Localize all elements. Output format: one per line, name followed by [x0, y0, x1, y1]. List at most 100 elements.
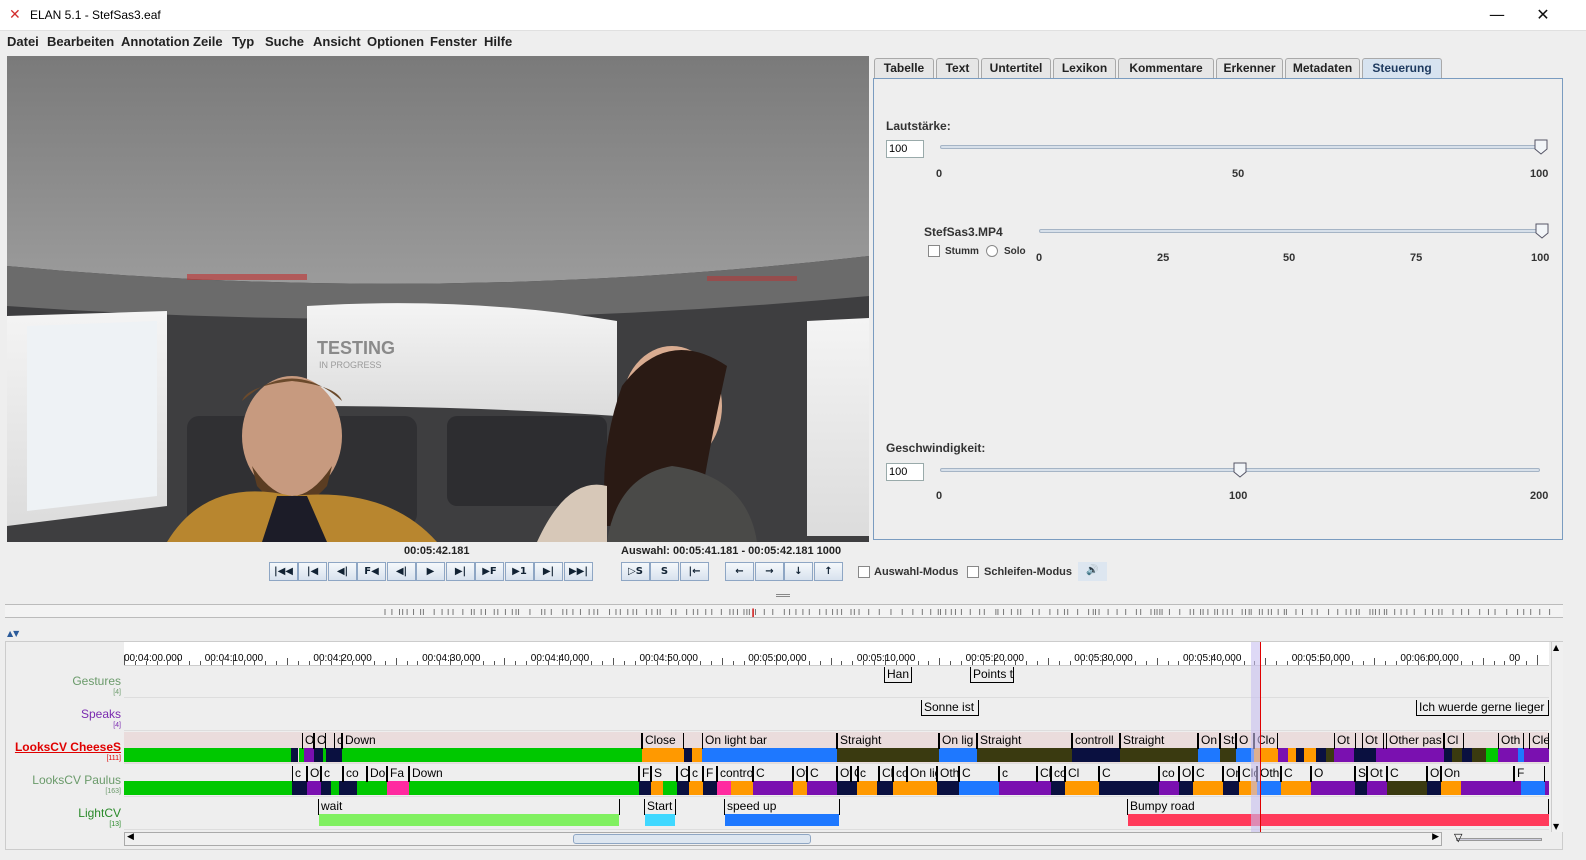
annotation-bar[interactable] — [326, 748, 342, 762]
annotation-bar[interactable] — [677, 781, 689, 795]
overview-timeline[interactable]: I — [5, 604, 1563, 618]
collapse-arrows-icon[interactable]: ▲▼ — [7, 629, 19, 638]
menu-datei[interactable]: Datei — [7, 34, 39, 49]
annotation-bar[interactable] — [1193, 781, 1223, 795]
annotation[interactable]: Han — [884, 667, 912, 683]
annotation[interactable]: S — [651, 766, 677, 782]
speed-input[interactable]: 100 — [886, 463, 924, 481]
annotation-bar[interactable] — [1462, 748, 1472, 762]
annotation-bar[interactable] — [1296, 748, 1304, 762]
menu-bearbeiten[interactable]: Bearbeiten — [47, 34, 114, 49]
annotation[interactable]: Ich wuerde gerne lieger — [1416, 700, 1549, 716]
annotation-bar[interactable] — [1354, 748, 1376, 762]
annotation-bar[interactable] — [1441, 781, 1461, 795]
annotation[interactable]: co — [343, 766, 367, 782]
tier-name[interactable]: LooksCV Paulus — [6, 773, 121, 787]
annotation[interactable]: Down — [342, 733, 642, 749]
annotation[interactable]: F — [1514, 766, 1545, 782]
annotation[interactable]: C — [959, 766, 999, 782]
media-slider-thumb[interactable] — [1535, 223, 1549, 239]
annotation-bar[interactable] — [651, 781, 663, 795]
tab-tabelle[interactable]: Tabelle — [874, 58, 934, 78]
tab-lexikon[interactable]: Lexikon — [1053, 58, 1116, 78]
prev-tier-button[interactable]: ↑ — [814, 562, 843, 581]
annotation[interactable]: On — [1198, 733, 1220, 749]
timeline-viewer[interactable]: 00:04:00.000 00:04:10.000 00:04:20.000 00:0… — [5, 641, 1563, 850]
annotation-bar[interactable] — [1376, 748, 1386, 762]
annotation-bar[interactable] — [321, 781, 331, 795]
annotation-bar[interactable] — [893, 781, 907, 795]
annotation-bar[interactable] — [1355, 781, 1367, 795]
annotation[interactable]: On lig — [907, 766, 937, 782]
annotation[interactable]: Cl — [677, 766, 689, 782]
tier-row[interactable]: cOtccoDoFaDownFSClcFcontrolCOthCOtClocCl… — [124, 765, 1549, 797]
annotation[interactable]: Other — [937, 766, 959, 782]
annotation-bar[interactable] — [331, 781, 339, 795]
annotation[interactable]: F — [703, 766, 717, 782]
annotation-bar[interactable] — [1281, 781, 1311, 795]
annotation-bar[interactable] — [937, 781, 959, 795]
annotation-bar[interactable] — [342, 748, 642, 762]
annotation[interactable]: Clo — [879, 766, 893, 782]
annotation-bar[interactable] — [1498, 748, 1518, 762]
annotation-bar[interactable] — [1220, 748, 1236, 762]
annotation[interactable]: On — [1441, 766, 1514, 782]
annotation[interactable]: Oth — [793, 766, 807, 782]
annotation[interactable]: C — [1193, 766, 1223, 782]
menu-ansicht[interactable]: Ansicht — [313, 34, 361, 49]
annotation-bar[interactable] — [1545, 781, 1549, 795]
annotation-bar[interactable] — [295, 748, 298, 762]
scroll-left-icon[interactable]: ◀ — [127, 832, 134, 842]
tier-row[interactable]: wait Start speed up Bumpy road — [124, 798, 1549, 830]
annotation[interactable]: c — [334, 733, 342, 749]
annotation-bar[interactable] — [959, 781, 999, 795]
annotation[interactable]: O — [302, 733, 314, 749]
media-volume-slider[interactable] — [1039, 229, 1541, 233]
tier-name[interactable]: Speaks — [6, 707, 121, 721]
annotation[interactable]: On lig — [939, 733, 977, 749]
prev-second-button[interactable]: F◀ — [357, 562, 386, 581]
annotation-bar[interactable] — [1524, 748, 1549, 762]
next-frame-button[interactable]: ▶1 — [505, 562, 534, 581]
volume-icon[interactable]: 🔊 — [1078, 562, 1107, 581]
next-annotation-button[interactable]: → — [755, 562, 784, 581]
annotation-bar[interactable] — [1223, 781, 1239, 795]
annotation[interactable]: co — [893, 766, 907, 782]
annotation[interactable]: Straight — [1120, 733, 1198, 749]
tab-erkenner[interactable]: Erkenner — [1216, 58, 1283, 78]
prev-annotation-button[interactable]: ← — [725, 562, 754, 581]
video-player[interactable]: TESTING IN PROGRESS — [7, 56, 869, 542]
annotation-bar[interactable] — [753, 781, 793, 795]
annotation-bar[interactable] — [1316, 748, 1326, 762]
annotation-bar[interactable] — [977, 748, 1072, 762]
annotation-bar[interactable] — [1444, 748, 1452, 762]
annotation[interactable]: On light bar — [702, 733, 837, 749]
annotation-bar[interactable] — [639, 781, 651, 795]
annotation-bar[interactable] — [339, 781, 357, 795]
prev-boundary-button[interactable]: ◀| — [387, 562, 416, 581]
annotation[interactable]: Straig — [1355, 766, 1367, 782]
play-button[interactable]: ▶ — [416, 562, 445, 581]
annotation-bar[interactable] — [1461, 781, 1521, 795]
scroll-down-icon[interactable]: ▼ — [1553, 822, 1559, 831]
annotation-bar[interactable] — [1472, 748, 1486, 762]
annotation[interactable]: Oth — [1498, 733, 1524, 749]
annotation-bar[interactable] — [1120, 748, 1198, 762]
annotation-bar[interactable] — [807, 781, 837, 795]
zoom-slider[interactable]: ▽ — [1450, 831, 1545, 846]
annotation-bar[interactable] — [663, 781, 677, 795]
annotation[interactable]: Start — [644, 799, 676, 815]
mute-checkbox[interactable] — [928, 245, 940, 257]
tier-name[interactable]: LightCV — [6, 806, 121, 820]
prev-frame-button[interactable]: ◀| — [328, 562, 357, 581]
time-ruler[interactable]: 00:04:00.000 00:04:10.000 00:04:20.000 00:0… — [124, 642, 1549, 666]
menu-zeile[interactable]: Zeile — [193, 34, 223, 49]
tier-row[interactable]: Sonne ist Ich wuerde gerne lieger — [124, 699, 1549, 731]
annotation-bar[interactable] — [1159, 781, 1179, 795]
annotation-bar[interactable] — [703, 781, 717, 795]
annotation[interactable]: F — [639, 766, 651, 782]
annotation[interactable]: c — [292, 766, 307, 782]
annotation[interactable]: c — [321, 766, 343, 782]
menu-typ[interactable]: Typ — [232, 34, 254, 49]
annotation-bar[interactable] — [939, 748, 977, 762]
